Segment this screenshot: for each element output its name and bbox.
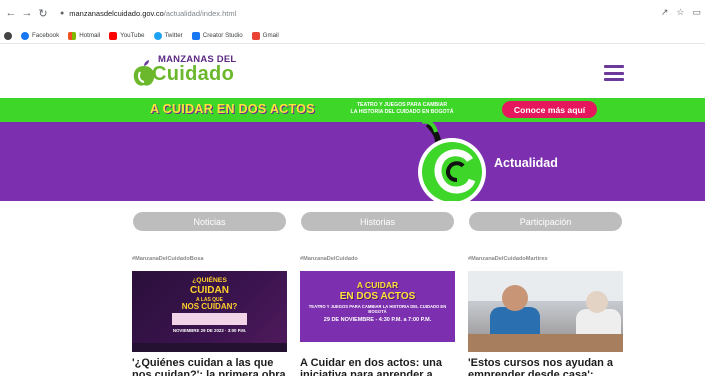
bookmark-hotmail[interactable]: Hotmail xyxy=(68,31,100,40)
promo-banner[interactable]: A CUIDAR EN DOS ACTOS TEATRO Y JUEGOS PA… xyxy=(0,98,705,122)
youtube-icon xyxy=(109,31,118,40)
hero-title: Actualidad xyxy=(494,156,558,170)
site-header: MANZANAS DEL Cuidado xyxy=(0,44,705,98)
share-icon[interactable]: ↗ xyxy=(661,7,669,18)
microsoft-icon xyxy=(68,31,77,40)
back-arrow-icon[interactable]: ← xyxy=(3,7,19,19)
address-bar[interactable]: ● manzanasdelcuidado.gov.co /actualidad/… xyxy=(60,6,236,21)
bookmark-facebook[interactable]: Facebook xyxy=(21,31,59,40)
gmail-icon xyxy=(251,31,260,40)
site-logo[interactable]: MANZANAS DEL Cuidado xyxy=(132,54,237,88)
banner-subtitle: TEATRO Y JUEGOS PARA CAMBIAR LA HISTORIA… xyxy=(350,102,454,115)
reload-icon[interactable]: ↻ xyxy=(35,7,51,20)
card-image[interactable] xyxy=(468,271,623,352)
banner-cta-button[interactable]: Conoce más aquí xyxy=(502,101,597,118)
banner-title: A CUIDAR EN DOS ACTOS xyxy=(150,102,315,116)
card-image[interactable]: ¿QUIÉNES CUIDAN A LAS QUE NOS CUIDAN? NO… xyxy=(132,271,287,352)
apple-emblem-icon xyxy=(418,122,486,201)
bookmark-apps-icon[interactable] xyxy=(4,31,12,40)
url-path: /actualidad/index.html xyxy=(163,9,237,18)
section-tabs: Noticias Historias Participación xyxy=(0,212,705,232)
facebook-icon xyxy=(21,31,29,40)
logo-main-text: Cuidado xyxy=(152,63,235,85)
bookmark-twitter[interactable]: Twitter xyxy=(153,31,183,40)
star-icon[interactable]: ☆ xyxy=(676,7,684,18)
news-card[interactable]: #ManzanaDelCuidadoMartires 'Estos cursos… xyxy=(468,256,623,376)
hero-section: Actualidad xyxy=(0,122,705,201)
menu-hamburger-icon[interactable] xyxy=(604,65,624,81)
news-card[interactable]: #ManzanaDelCuidado A CUIDAR EN DOS ACTOS… xyxy=(300,256,455,376)
card-tag: #ManzanaDelCuidadoMartires xyxy=(468,256,548,262)
tab-noticias[interactable]: Noticias xyxy=(133,212,286,231)
creator-studio-icon xyxy=(191,31,200,40)
card-title[interactable]: A Cuidar en dos actos: una iniciativa pa… xyxy=(300,357,455,376)
card-title[interactable]: '¿Quiénes cuidan a las que nos cuidan?':… xyxy=(132,357,287,376)
lock-icon: ● xyxy=(60,10,65,17)
url-host: manzanasdelcuidado.gov.co xyxy=(69,9,164,18)
browser-toolbar: ← → ↻ ● manzanasdelcuidado.gov.co /actua… xyxy=(0,0,705,26)
card-tag: #ManzanaDelCuidado xyxy=(300,256,358,262)
tab-participacion[interactable]: Participación xyxy=(469,212,622,231)
bookmark-gmail[interactable]: Gmail xyxy=(251,31,279,40)
bookmark-youtube[interactable]: YouTube xyxy=(109,31,145,40)
card-title[interactable]: 'Estos cursos nos ayudan a emprender des… xyxy=(468,357,623,376)
bookmarks-bar: Facebook Hotmail YouTube Twitter Creator… xyxy=(0,28,705,44)
card-tag: #ManzanaDelCuidadoBosa xyxy=(132,256,204,262)
forward-arrow-icon[interactable]: → xyxy=(19,7,35,19)
bookmark-creator-studio[interactable]: Creator Studio xyxy=(191,31,243,40)
twitter-icon xyxy=(153,31,162,40)
card-image[interactable]: A CUIDAR EN DOS ACTOS TEATRO Y JUEGOS PA… xyxy=(300,271,455,352)
news-card[interactable]: #ManzanaDelCuidadoBosa ¿QUIÉNES CUIDAN A… xyxy=(132,256,287,376)
tab-historias[interactable]: Historias xyxy=(301,212,454,231)
window-icon[interactable]: ▭ xyxy=(692,7,701,18)
